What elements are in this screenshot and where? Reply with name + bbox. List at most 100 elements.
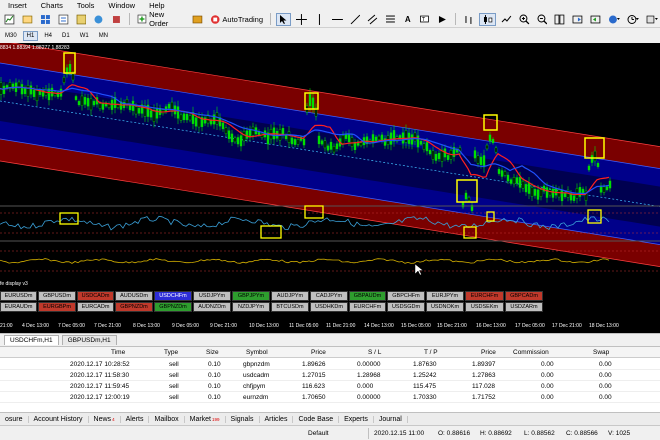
metaeditor-icon[interactable] xyxy=(190,13,205,26)
text-tool-icon[interactable]: A xyxy=(401,13,414,26)
symbol-button[interactable]: NZDJPYm xyxy=(232,302,270,312)
symbol-button[interactable]: GBPNZDm xyxy=(115,302,153,312)
column-header[interactable]: Price xyxy=(311,349,326,356)
symbol-button[interactable]: EURJPYm xyxy=(426,291,464,301)
symbol-button[interactable]: BTCUSDm xyxy=(271,302,309,312)
terminal-tab[interactable]: News 4 xyxy=(89,415,121,423)
terminal-tab[interactable]: Mailbox xyxy=(149,415,185,423)
column-header[interactable]: Type xyxy=(164,349,178,356)
timeframe-w1[interactable]: W1 xyxy=(76,31,93,41)
symbol-button[interactable]: USDNOKm xyxy=(426,302,464,312)
terminal-tab[interactable]: Code Base xyxy=(293,415,340,423)
symbol-button[interactable]: EURCHFm xyxy=(465,291,504,301)
symbol-button[interactable]: GBPUSDm xyxy=(38,291,76,301)
symbol-button[interactable]: GBPAUDm xyxy=(349,291,386,301)
symbol-button[interactable]: EURCADm xyxy=(77,302,114,312)
terminal-icon[interactable] xyxy=(91,13,106,26)
arrow-tool-icon[interactable] xyxy=(435,13,450,26)
symbol-button[interactable]: USDCHFm xyxy=(154,291,192,301)
table-row[interactable]: 2020.12.17 11:58:30 sell 0.10 usdcadm 1.2701… xyxy=(0,370,660,381)
status-profile[interactable]: Default xyxy=(308,430,329,437)
bar-chart-icon[interactable] xyxy=(461,13,476,26)
symbol-button[interactable]: EURUSDm xyxy=(0,291,37,301)
new-chart-icon[interactable] xyxy=(2,13,17,26)
symbol-button[interactable]: AUDNZDm xyxy=(193,302,231,312)
chart-shift-icon[interactable] xyxy=(570,13,585,26)
new-order-button[interactable]: New Order xyxy=(135,10,187,28)
timeframe-d1[interactable]: D1 xyxy=(58,31,74,41)
symbol-button[interactable]: EURAUDm xyxy=(0,302,37,312)
label-tool-icon[interactable]: T xyxy=(417,13,432,26)
symbol-button[interactable]: USDZARm xyxy=(505,302,543,312)
timeframe-mn[interactable]: MN xyxy=(95,31,112,41)
fibonacci-icon[interactable] xyxy=(383,13,398,26)
table-row[interactable]: 2020.12.17 11:59:45 sell 0.10 chfjpym 116.62… xyxy=(0,381,660,392)
terminal-tab[interactable]: Market 199 xyxy=(185,415,226,423)
navigator-icon[interactable] xyxy=(74,13,89,26)
symbol-button[interactable]: USDJPYm xyxy=(193,291,231,301)
symbol-button[interactable]: GBPJPYm xyxy=(232,291,270,301)
templates-icon[interactable] xyxy=(20,13,35,26)
horizontal-line-icon[interactable] xyxy=(330,13,345,26)
column-header[interactable]: Price xyxy=(481,349,496,356)
price-chart[interactable]: 8834 1.88394 1.88277 1.88283 fe display … xyxy=(0,43,660,333)
crosshair-icon[interactable] xyxy=(294,13,309,26)
cursor-icon[interactable] xyxy=(276,12,291,26)
symbol-button[interactable]: CADJPYm xyxy=(310,291,348,301)
symbol-button[interactable]: GBPNZDm xyxy=(154,302,192,312)
zoom-in-icon[interactable] xyxy=(517,13,532,26)
channel-icon[interactable] xyxy=(365,13,380,26)
symbol-button[interactable]: USDHKDm xyxy=(310,302,348,312)
zoom-out-icon[interactable] xyxy=(535,13,550,26)
symbol-button[interactable]: AUDUSDm xyxy=(115,291,153,301)
column-header[interactable]: Commission xyxy=(513,349,549,356)
menu-item-tools[interactable]: Tools xyxy=(69,1,101,10)
symbol-button[interactable]: GBPCHFm xyxy=(387,291,425,301)
symbol-button[interactable]: GBPCADm xyxy=(505,291,543,301)
terminal-tab[interactable]: osure xyxy=(0,415,29,423)
table-row[interactable]: 2020.12.17 12:00:19 sell 0.10 eurnzdm 1.7065… xyxy=(0,392,660,403)
templates-dropdown-icon[interactable] xyxy=(644,13,660,26)
column-header[interactable]: S / L xyxy=(368,349,381,356)
terminal-tab[interactable]: Experts xyxy=(339,415,374,423)
menu-item-help[interactable]: Help xyxy=(141,1,170,10)
periods-icon[interactable] xyxy=(625,13,641,26)
terminal-tab[interactable]: Journal xyxy=(374,415,408,423)
auto-trading-button[interactable]: AutoTrading xyxy=(208,13,265,26)
terminal-tab[interactable]: Signals xyxy=(226,415,260,423)
menu-item-charts[interactable]: Charts xyxy=(33,1,69,10)
symbol-button[interactable]: AUDJPYm xyxy=(271,291,309,301)
column-header[interactable]: T / P xyxy=(424,349,438,356)
trendline-icon[interactable] xyxy=(348,13,363,26)
column-header[interactable]: Symbol xyxy=(246,349,268,356)
candlestick-icon[interactable] xyxy=(478,12,496,26)
terminal-tab[interactable]: Alerts xyxy=(121,415,150,423)
auto-scroll-icon[interactable] xyxy=(588,13,603,26)
tile-windows-icon[interactable] xyxy=(552,13,567,26)
tester-icon[interactable] xyxy=(109,13,124,26)
chart-tab[interactable]: USDCHFm,H1 xyxy=(4,335,59,345)
column-header[interactable]: Size xyxy=(206,349,219,356)
menu-item-window[interactable]: Window xyxy=(100,1,141,10)
vertical-line-icon[interactable] xyxy=(312,13,327,26)
column-header[interactable]: Time xyxy=(111,349,125,356)
symbol-button[interactable]: EURGBPm xyxy=(38,302,76,312)
terminal-tab[interactable]: Articles xyxy=(260,415,294,423)
column-header[interactable]: Swap xyxy=(593,349,609,356)
indicators-icon[interactable] xyxy=(606,13,622,26)
timeframe-h1[interactable]: H1 xyxy=(22,30,39,41)
symbol-button[interactable]: EURCHFm xyxy=(349,302,386,312)
timeframe-m30[interactable]: M30 xyxy=(1,31,21,41)
symbol-button[interactable]: USDSEKm xyxy=(465,302,504,312)
table-row[interactable]: 2020.12.17 10:28:52 sell 0.10 gbpnzdm 1.8962… xyxy=(0,359,660,370)
chart-tab[interactable]: GBPUSDm,H1 xyxy=(61,335,117,345)
symbol-button[interactable]: USDSGDm xyxy=(387,302,425,312)
market-watch-icon[interactable] xyxy=(56,13,71,26)
profiles-icon[interactable] xyxy=(38,13,53,26)
timeframe-h4[interactable]: H4 xyxy=(40,31,56,41)
menu-item-insert[interactable]: Insert xyxy=(0,1,33,10)
chart-canvas[interactable] xyxy=(0,43,660,333)
terminal-tab[interactable]: Account History xyxy=(29,415,89,423)
symbol-button[interactable]: USDCADm xyxy=(77,291,114,301)
line-chart-icon[interactable] xyxy=(499,13,514,26)
